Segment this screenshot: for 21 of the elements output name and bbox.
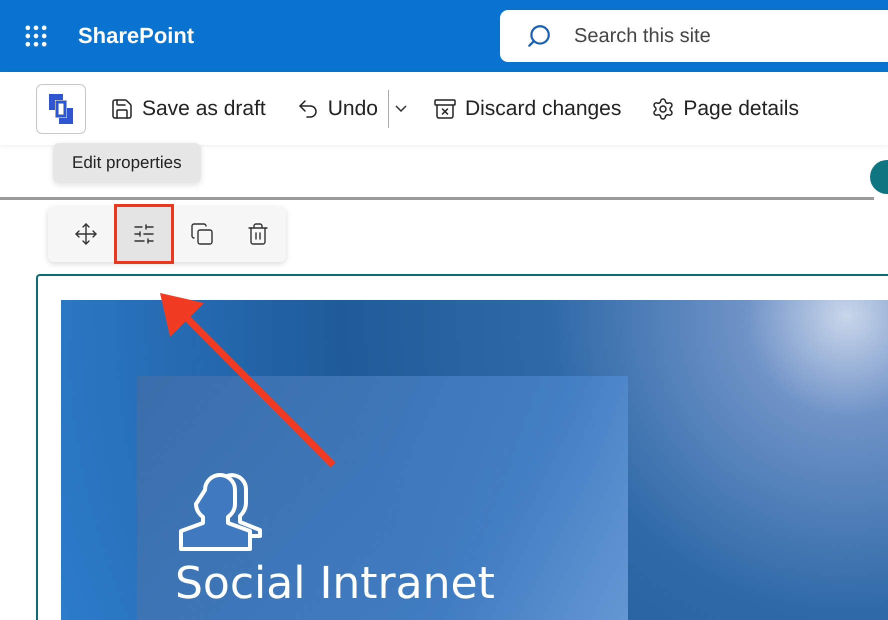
save-icon <box>110 96 134 120</box>
search-icon <box>526 23 552 49</box>
tooltip: Edit properties <box>53 143 201 183</box>
site-title: SharePoint <box>78 23 194 49</box>
dropdown-button[interactable] <box>388 90 409 128</box>
gear-icon <box>651 96 676 120</box>
chevron-down-icon <box>394 105 407 112</box>
move-icon <box>74 222 98 246</box>
command-button[interactable]: Undo <box>290 92 384 124</box>
sliders-icon <box>132 222 156 246</box>
command-button[interactable]: Discard changes <box>426 92 628 124</box>
search-input[interactable]: Search this site <box>572 24 836 48</box>
search-field[interactable]: Search this site <box>500 10 888 62</box>
copy-icon <box>190 222 214 246</box>
command-button[interactable]: Page details <box>645 92 805 124</box>
logo-icon <box>47 92 75 126</box>
command-button[interactable]: Save as draft <box>104 92 272 124</box>
logo-button[interactable] <box>36 84 86 134</box>
hero-title: Social Intranet <box>175 558 496 609</box>
discard-icon <box>432 96 457 120</box>
trash-icon <box>246 222 270 246</box>
